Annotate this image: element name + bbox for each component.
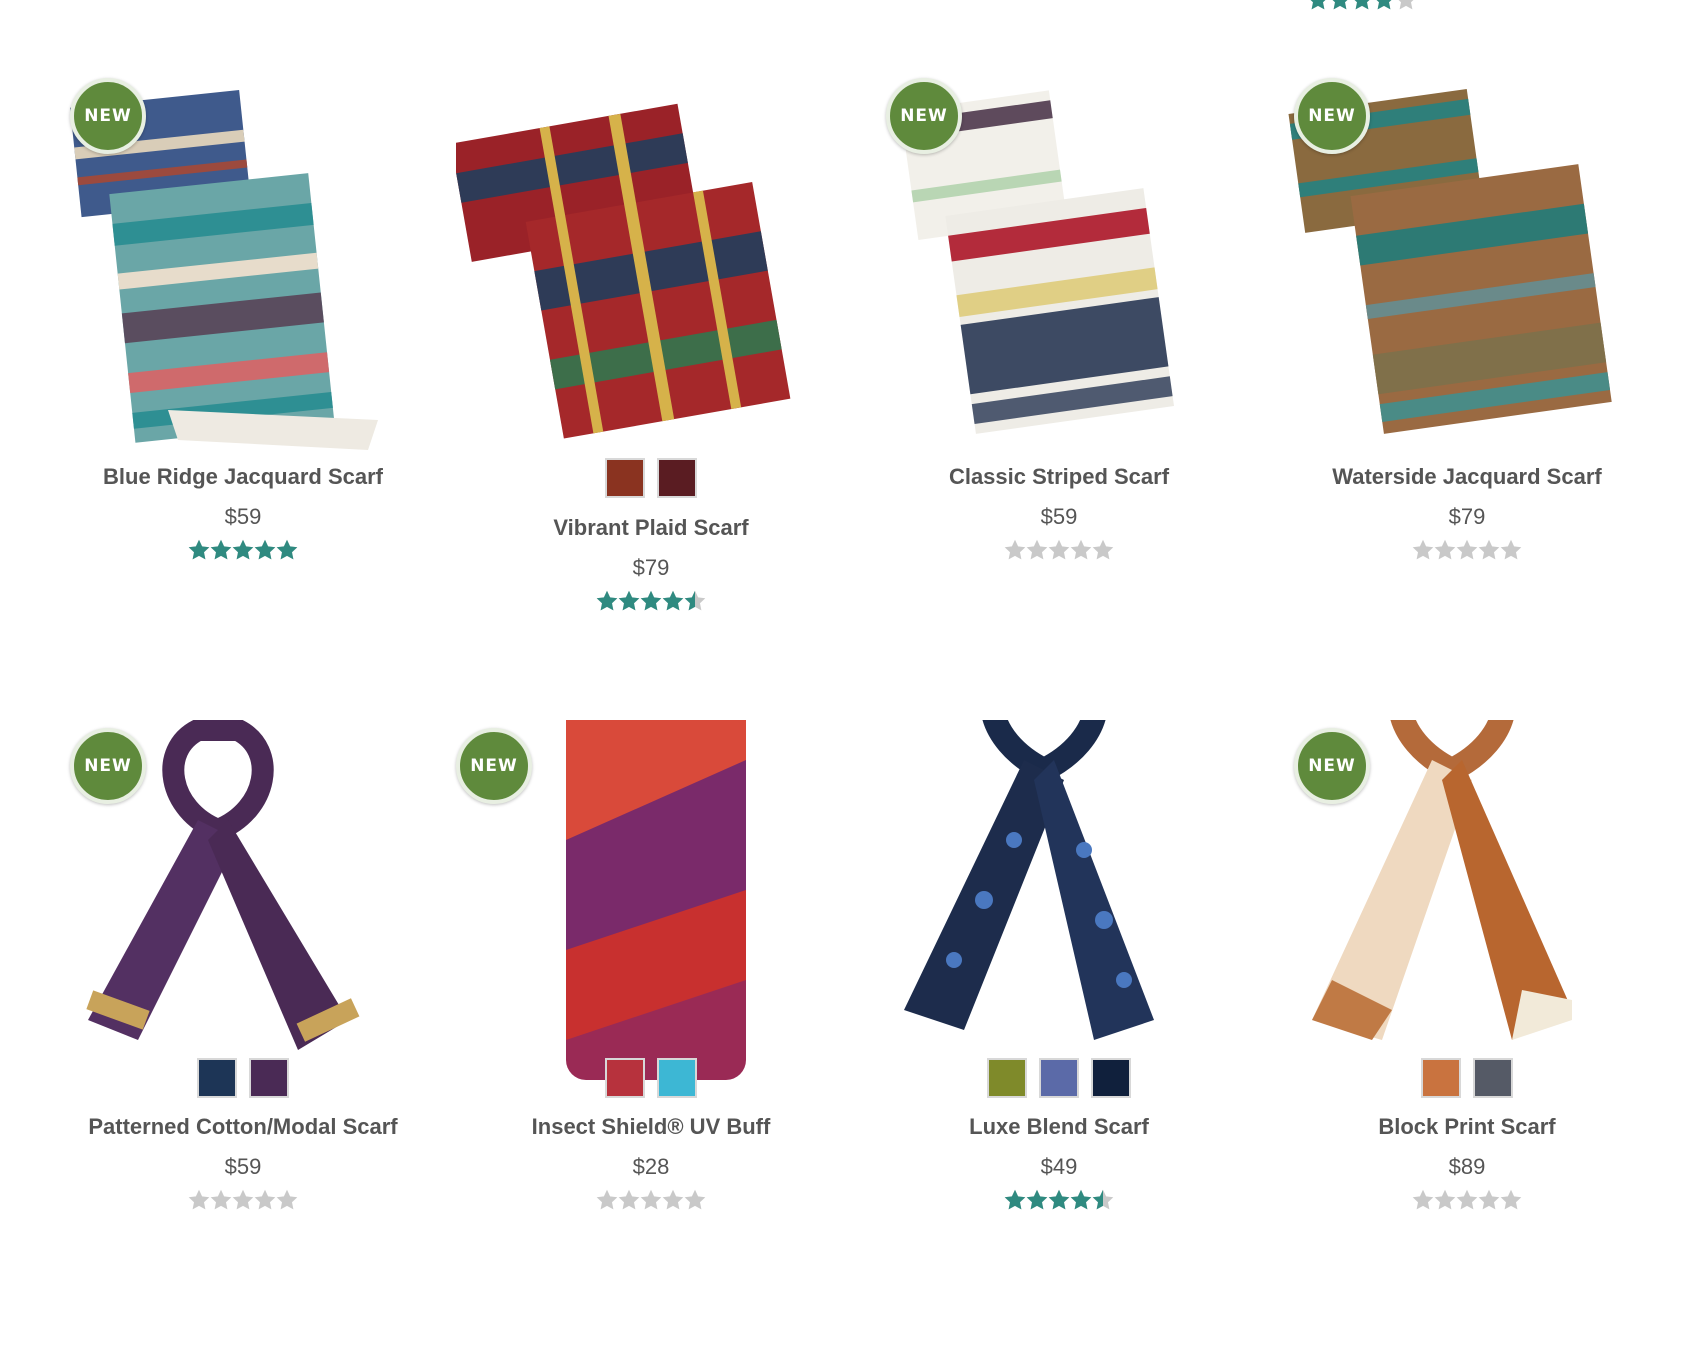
product-rating[interactable] xyxy=(864,538,1254,568)
product-price: $89 xyxy=(1448,1154,1486,1179)
product-price: $79 xyxy=(632,555,670,580)
color-swatch[interactable] xyxy=(1473,1058,1513,1098)
star-empty-icon xyxy=(1455,1188,1479,1212)
product-rating[interactable] xyxy=(456,1188,846,1218)
product-rating[interactable] xyxy=(864,1188,1254,1218)
new-badge: NEW xyxy=(886,78,962,154)
product-name[interactable]: Block Print Scarf xyxy=(1272,1114,1662,1140)
star-empty-icon xyxy=(187,1188,211,1212)
star-filled-icon xyxy=(661,589,685,613)
partial-rating-top xyxy=(1272,0,1452,18)
color-swatch[interactable] xyxy=(197,1058,237,1098)
star-empty-icon xyxy=(1003,538,1027,562)
new-badge: NEW xyxy=(1294,78,1370,154)
star-filled-icon xyxy=(231,538,255,562)
star-filled-icon xyxy=(1372,0,1396,12)
color-swatches xyxy=(456,458,846,502)
star-filled-icon xyxy=(209,538,233,562)
star-filled-icon xyxy=(1025,1188,1049,1212)
star-filled-icon xyxy=(1047,1188,1071,1212)
star-filled-icon xyxy=(1328,0,1352,12)
product-name[interactable]: Patterned Cotton/Modal Scarf xyxy=(48,1114,438,1140)
new-badge: NEW xyxy=(70,78,146,154)
product-price: $59 xyxy=(224,504,262,529)
star-empty-icon xyxy=(1394,0,1418,12)
star-empty-icon xyxy=(1091,538,1115,562)
color-swatches xyxy=(1272,1058,1662,1102)
color-swatch[interactable] xyxy=(1091,1058,1131,1098)
color-swatch[interactable] xyxy=(605,458,645,498)
product-price: $49 xyxy=(1040,1154,1078,1179)
product-name[interactable]: Vibrant Plaid Scarf xyxy=(456,515,846,541)
star-empty-icon xyxy=(1025,538,1049,562)
star-filled-icon xyxy=(1069,1188,1093,1212)
star-filled-icon xyxy=(595,589,619,613)
color-swatch[interactable] xyxy=(1039,1058,1079,1098)
product-price: $59 xyxy=(1040,504,1078,529)
star-filled-icon xyxy=(639,589,663,613)
star-filled-icon xyxy=(1003,1188,1027,1212)
color-swatch[interactable] xyxy=(605,1058,645,1098)
product-grid: NEW Blue Ridge Jacquard Scarf $59 Vibrant … xyxy=(0,0,1704,1356)
color-swatch[interactable] xyxy=(657,458,697,498)
star-empty-icon xyxy=(1433,1188,1457,1212)
star-empty-icon xyxy=(275,1188,299,1212)
product-rating[interactable] xyxy=(456,589,846,619)
star-half-icon xyxy=(683,589,707,613)
product-name[interactable]: Insect Shield® UV Buff xyxy=(456,1114,846,1140)
star-empty-icon xyxy=(1455,538,1479,562)
star-filled-icon xyxy=(617,589,641,613)
star-filled-icon xyxy=(253,538,277,562)
star-empty-icon xyxy=(1499,1188,1523,1212)
star-empty-icon xyxy=(231,1188,255,1212)
star-empty-icon xyxy=(617,1188,641,1212)
product-image[interactable] xyxy=(450,70,846,470)
star-empty-icon xyxy=(1433,538,1457,562)
color-swatches xyxy=(48,1058,438,1102)
star-empty-icon xyxy=(639,1188,663,1212)
new-badge: NEW xyxy=(456,728,532,804)
star-filled-icon xyxy=(1350,0,1374,12)
product-name[interactable]: Waterside Jacquard Scarf xyxy=(1272,464,1662,490)
product-name[interactable]: Blue Ridge Jacquard Scarf xyxy=(48,464,438,490)
star-empty-icon xyxy=(1477,538,1501,562)
product-name[interactable]: Luxe Blend Scarf xyxy=(864,1114,1254,1140)
star-filled-icon xyxy=(187,538,211,562)
star-empty-icon xyxy=(1499,538,1523,562)
new-badge: NEW xyxy=(70,728,146,804)
product-price: $28 xyxy=(632,1154,670,1179)
star-empty-icon xyxy=(683,1188,707,1212)
star-empty-icon xyxy=(595,1188,619,1212)
product-rating[interactable] xyxy=(48,1188,438,1218)
star-empty-icon xyxy=(209,1188,233,1212)
color-swatch[interactable] xyxy=(249,1058,289,1098)
product-rating[interactable] xyxy=(1272,538,1662,568)
star-filled-icon xyxy=(275,538,299,562)
color-swatches xyxy=(456,1058,846,1102)
color-swatch[interactable] xyxy=(987,1058,1027,1098)
star-empty-icon xyxy=(661,1188,685,1212)
star-empty-icon xyxy=(253,1188,277,1212)
star-empty-icon xyxy=(1047,538,1071,562)
star-filled-icon xyxy=(1306,0,1330,12)
product-rating[interactable] xyxy=(1272,1188,1662,1218)
star-empty-icon xyxy=(1411,1188,1435,1212)
product-price: $79 xyxy=(1448,504,1486,529)
color-swatches xyxy=(864,1058,1254,1102)
star-empty-icon xyxy=(1411,538,1435,562)
color-swatch[interactable] xyxy=(1421,1058,1461,1098)
product-price: $59 xyxy=(224,1154,262,1179)
new-badge: NEW xyxy=(1294,728,1370,804)
product-rating[interactable] xyxy=(48,538,438,568)
star-empty-icon xyxy=(1477,1188,1501,1212)
star-half-icon xyxy=(1091,1188,1115,1212)
color-swatch[interactable] xyxy=(657,1058,697,1098)
product-name[interactable]: Classic Striped Scarf xyxy=(864,464,1254,490)
star-empty-icon xyxy=(1069,538,1093,562)
